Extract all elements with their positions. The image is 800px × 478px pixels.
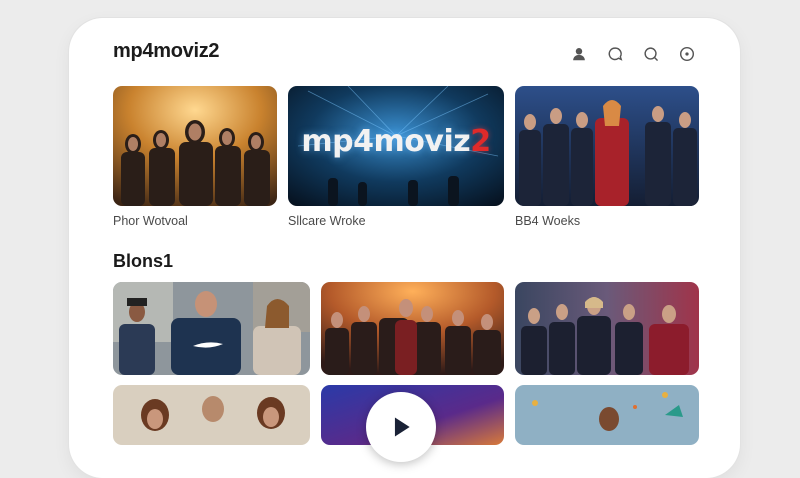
movie-poster (515, 282, 699, 375)
play-button[interactable] (366, 392, 436, 462)
featured-card-3[interactable] (515, 86, 699, 206)
movie-poster (515, 86, 699, 206)
play-icon (394, 417, 410, 437)
featured-caption-1: Phor Wotvoal (113, 214, 188, 228)
featured-caption-2: Sllcare Wroke (288, 214, 366, 228)
app-logo[interactable]: mp4moviz2 (113, 40, 220, 63)
section-title: Blons1 (113, 251, 174, 271)
movie-poster (113, 385, 310, 445)
movie-card-4[interactable] (113, 385, 310, 445)
chat-icon[interactable] (605, 44, 625, 64)
movie-poster (113, 86, 277, 206)
poster-title: mp4moviz2 (301, 124, 491, 159)
movie-card-3[interactable] (515, 282, 699, 375)
featured-caption-3: BB4 Woeks (515, 214, 581, 228)
movie-poster (321, 282, 504, 375)
featured-card-2[interactable]: mp4moviz2 (288, 86, 504, 206)
movie-poster (515, 385, 699, 445)
movie-card-1[interactable] (113, 282, 310, 375)
movie-card-2[interactable] (321, 282, 504, 375)
search-icon[interactable] (641, 44, 661, 64)
user-icon[interactable] (569, 44, 589, 64)
featured-card-1[interactable] (113, 86, 277, 206)
movie-card-6[interactable] (515, 385, 699, 445)
app-frame: mp4moviz2 Phor Wotvoal mp4moviz2 Sllcare… (69, 18, 740, 478)
header-actions (569, 44, 697, 64)
movie-poster (113, 282, 310, 375)
add-icon[interactable] (677, 44, 697, 64)
